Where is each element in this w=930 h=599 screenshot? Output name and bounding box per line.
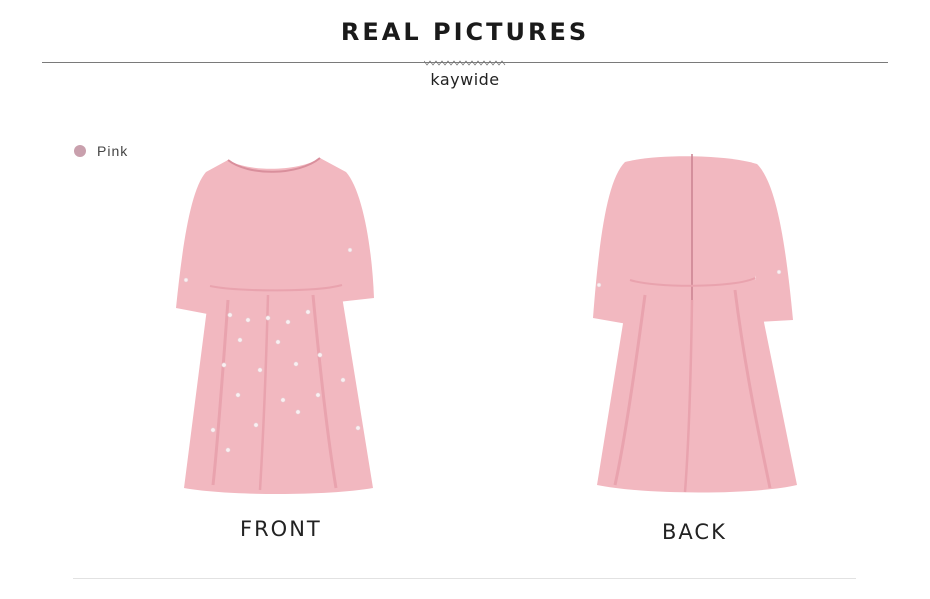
back-view-caption: BACK xyxy=(662,520,727,544)
color-option-pink[interactable]: Pink xyxy=(74,143,128,159)
zigzag-ornament xyxy=(424,60,506,66)
brand-logo-text: kaywide xyxy=(430,70,500,89)
section-title: REAL PICTURES xyxy=(340,18,590,46)
bottom-divider xyxy=(73,578,856,579)
color-swatch-dot xyxy=(74,145,86,157)
front-view-caption: FRONT xyxy=(240,517,322,541)
color-option-label: Pink xyxy=(97,143,129,159)
dress-back-image xyxy=(593,154,797,493)
dress-front-image xyxy=(176,157,374,494)
